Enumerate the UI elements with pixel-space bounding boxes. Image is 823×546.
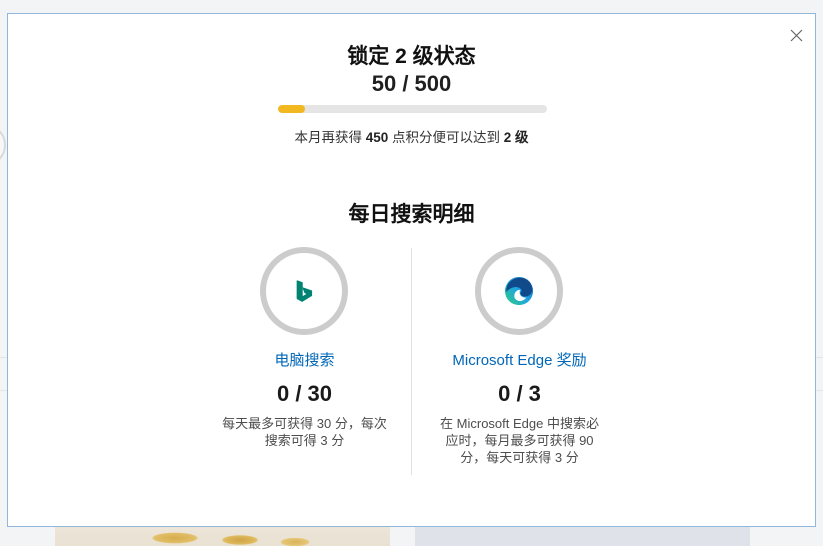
search-card-edge: Microsoft Edge 奖励 0 / 3 在 Microsoft Edge… [412, 247, 627, 479]
level-progress-fill [278, 105, 305, 113]
progress-ring [260, 247, 348, 335]
level-message: 本月再获得 450 点积分便可以达到 2 级 [8, 128, 815, 148]
rewards-level-dialog: 锁定 2 级状态 50 / 500 本月再获得 450 点积分便可以达到 2 级… [7, 13, 816, 527]
background-avatar [0, 124, 6, 166]
description-line: 在 Microsoft Edge 中搜索必 [440, 416, 599, 431]
daily-search-heading: 每日搜索明细 [348, 203, 475, 226]
search-card-pc: 电脑搜索 0 / 30 每天最多可获得 30 分，每次 搜索可得 3 分 [197, 247, 412, 479]
edge-rewards-points: 0 / 3 [498, 381, 541, 406]
message-middle: 点积分便可以达到 [388, 130, 504, 145]
close-icon [790, 29, 802, 41]
description-line: 应时，每月最多可获得 90 [445, 433, 594, 448]
progress-ring [475, 247, 563, 335]
description-line: 每天最多可获得 30 分，每次 [222, 416, 387, 431]
message-prefix: 本月再获得 [294, 130, 366, 145]
background-avatar-clip [0, 120, 7, 170]
edge-icon [475, 247, 563, 335]
description-line: 分，每天可获得 3 分 [460, 450, 579, 465]
pc-search-points: 0 / 30 [276, 381, 333, 406]
level-points: 50 / 500 [371, 71, 452, 96]
level-title: 锁定 2 级状态 [347, 45, 476, 68]
target-level: 2 级 [503, 130, 529, 145]
remaining-points: 450 [365, 130, 389, 145]
description-line: 搜索可得 3 分 [264, 433, 345, 448]
pc-search-link[interactable]: 电脑搜索 [197, 350, 412, 372]
pc-search-description: 每天最多可获得 30 分，每次 搜索可得 3 分 [197, 415, 412, 449]
daily-search-cards: 电脑搜索 0 / 30 每天最多可获得 30 分，每次 搜索可得 3 分 Mic… [197, 247, 627, 479]
edge-rewards-link[interactable]: Microsoft Edge 奖励 [412, 350, 627, 372]
edge-rewards-description: 在 Microsoft Edge 中搜索必 应时，每月最多可获得 90 分，每天… [412, 415, 627, 466]
bing-icon [260, 247, 348, 335]
level-progress-bar [278, 105, 547, 113]
